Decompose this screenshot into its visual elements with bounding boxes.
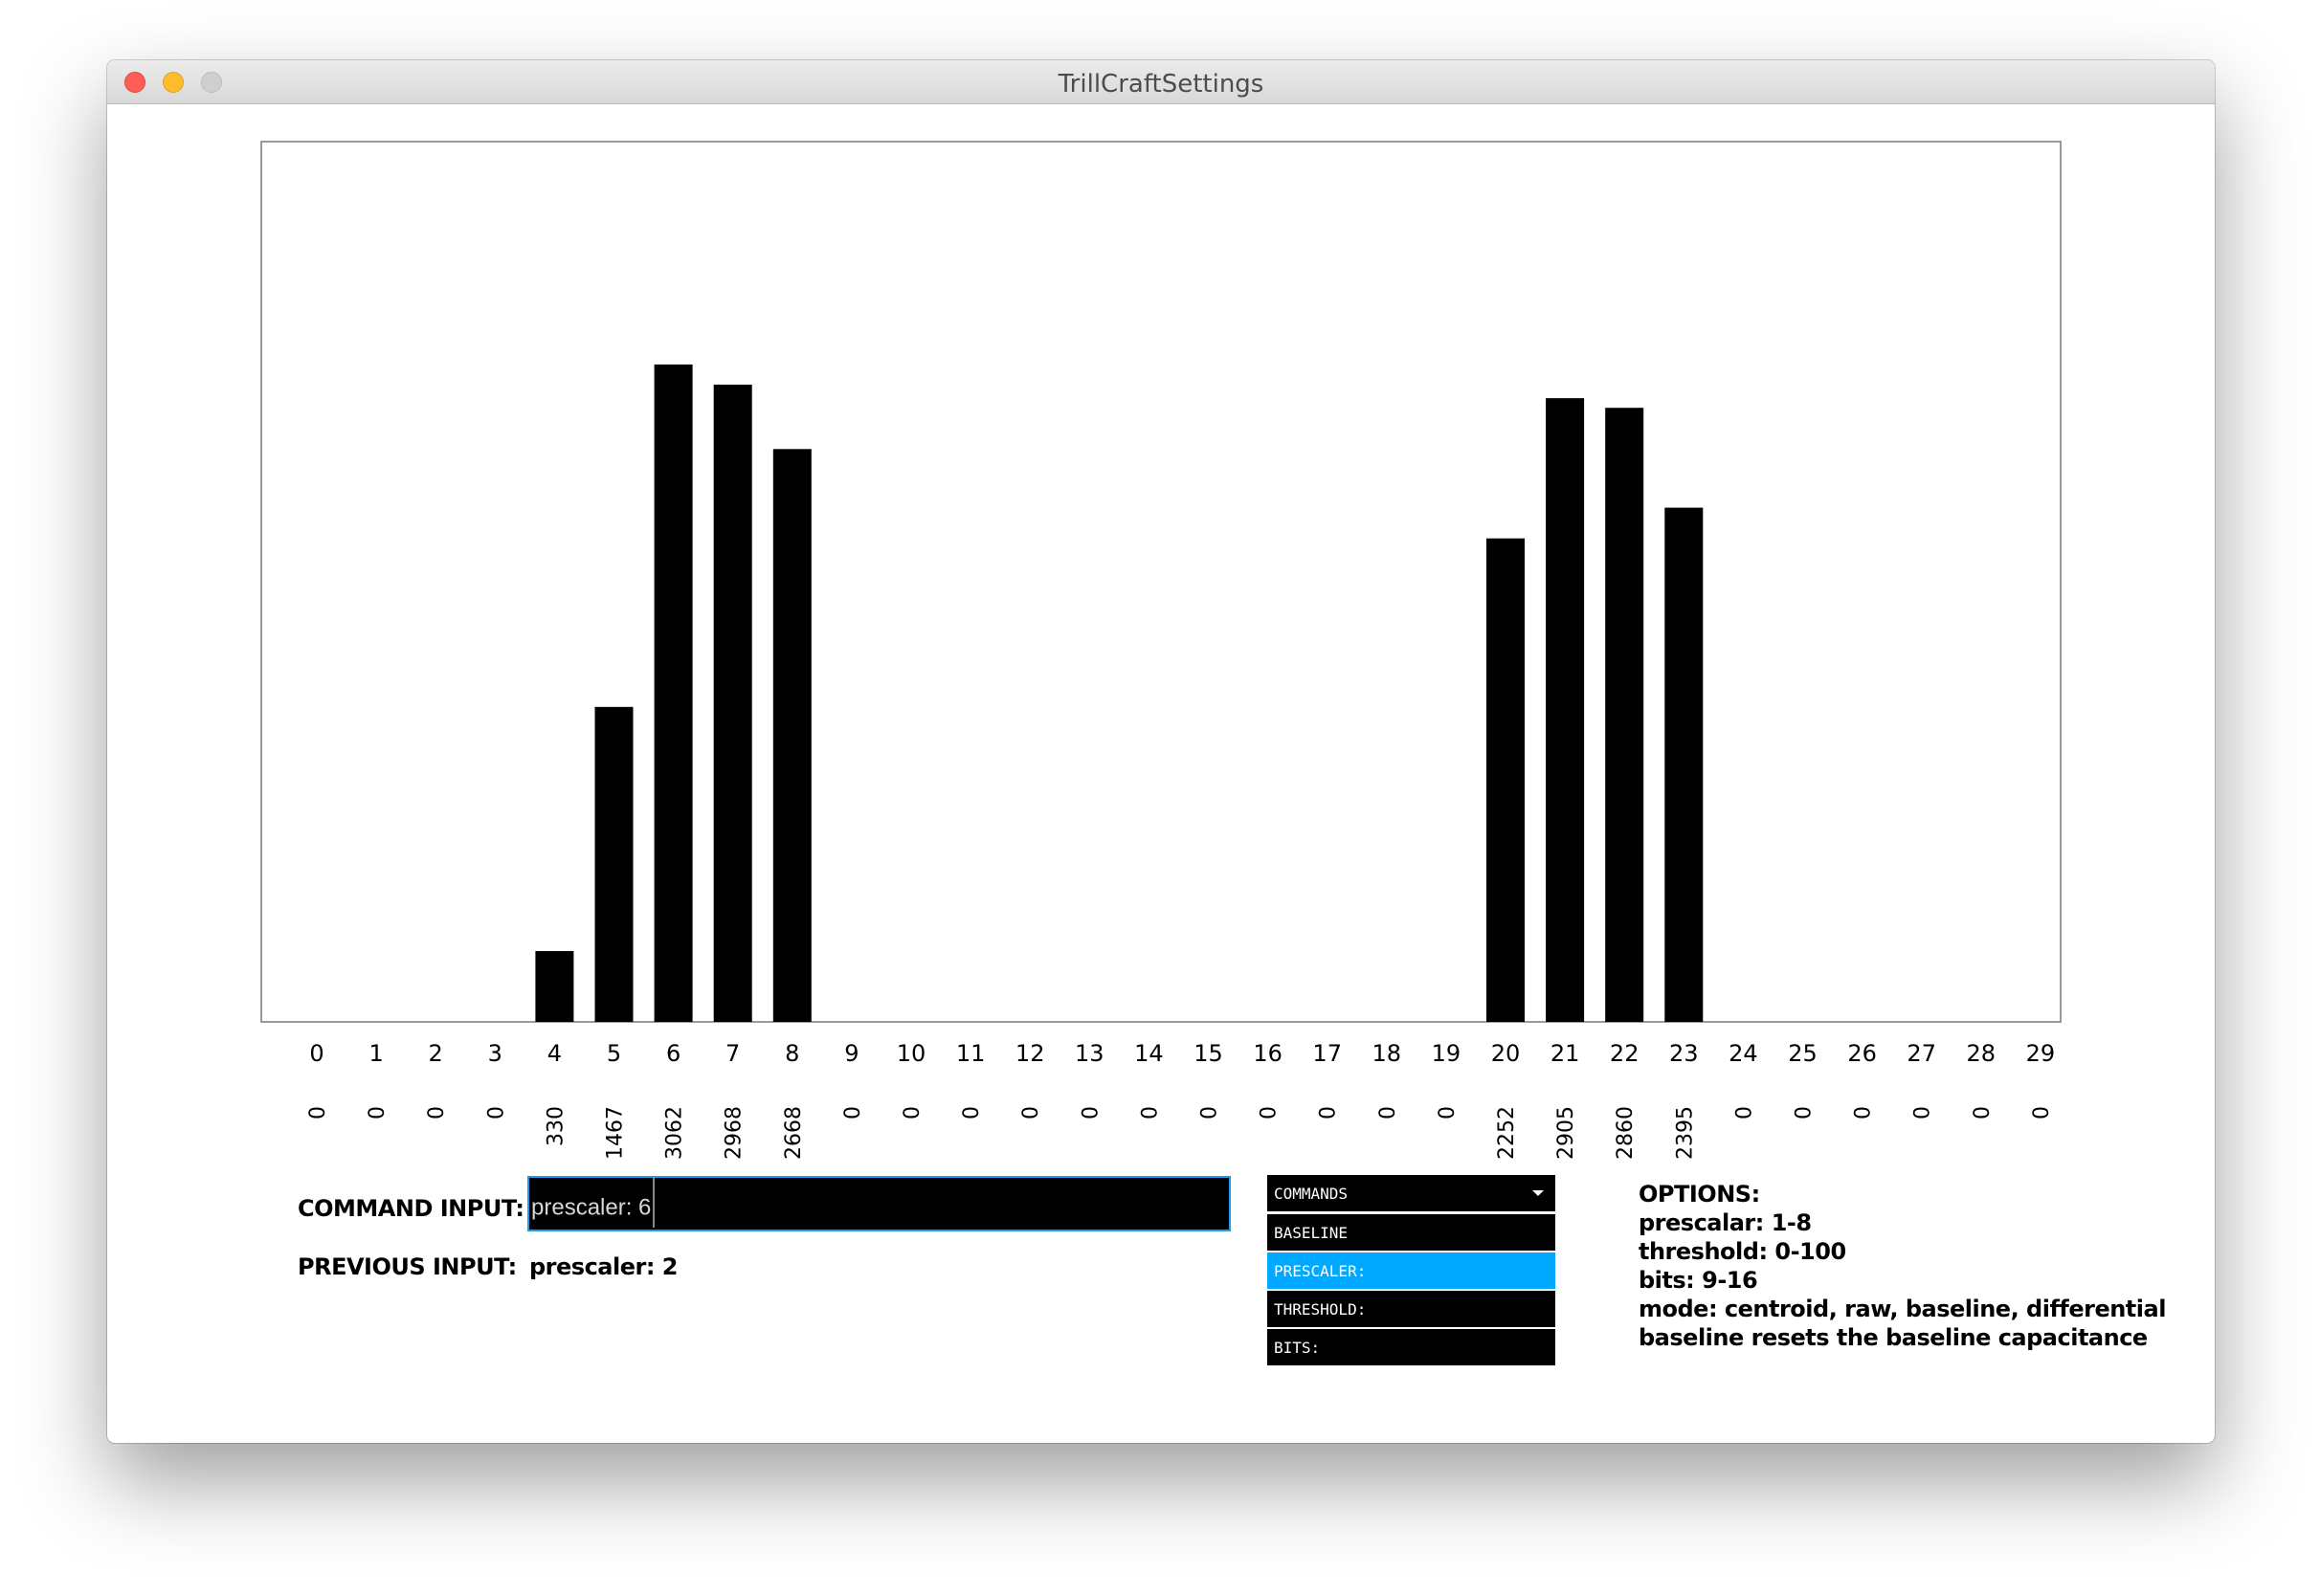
option-line: mode: centroid, raw, baseline, different… <box>1639 1296 2166 1322</box>
value-label: 0 <box>484 1106 508 1119</box>
value-label: 0 <box>901 1106 925 1119</box>
options-panel: OPTIONS: prescalar: 1-8 threshold: 0-100… <box>1639 1180 2166 1352</box>
x-tick-label: 21 <box>1550 1040 1580 1067</box>
value-label: 0 <box>1971 1106 1995 1119</box>
option-line: baseline resets the baseline capacitance <box>1639 1324 2148 1351</box>
previous-input-label: PREVIOUS INPUT: <box>298 1253 517 1280</box>
bar-channel-5 <box>594 706 634 1022</box>
bar-channel-23 <box>1664 507 1704 1022</box>
x-tick-label: 5 <box>607 1040 621 1067</box>
value-label: 0 <box>1376 1106 1400 1119</box>
value-label: 2395 <box>1673 1106 1697 1160</box>
value-label: 3062 <box>663 1106 687 1160</box>
x-tick-label: 22 <box>1610 1040 1640 1067</box>
previous-input-value: prescaler: 2 <box>529 1253 679 1280</box>
value-label: 2905 <box>1554 1106 1578 1160</box>
dropdown-item-threshold[interactable]: THRESHOLD: <box>1267 1291 1555 1327</box>
x-tick-label: 9 <box>844 1040 859 1067</box>
window-title: TrillCraftSettings <box>1058 70 1264 99</box>
x-tick-label: 17 <box>1312 1040 1342 1067</box>
text-cursor <box>653 1176 656 1228</box>
value-label: 330 <box>544 1106 568 1146</box>
value-label: 0 <box>1019 1106 1043 1119</box>
app-window: TrillCraftSettings 0 0 1 0 2 0 3 0 4 330 5 1467 6 306… <box>107 60 2215 1443</box>
x-tick-label: 19 <box>1432 1040 1461 1067</box>
x-tick-label: 0 <box>309 1040 323 1067</box>
x-tick-label: 23 <box>1669 1040 1699 1067</box>
x-tick-label: 12 <box>1015 1040 1045 1067</box>
x-tick-label: 10 <box>897 1040 926 1067</box>
bar-channel-4 <box>535 950 574 1022</box>
value-label: 0 <box>1258 1106 1282 1119</box>
dropdown-item-bits[interactable]: BITS: <box>1267 1329 1555 1365</box>
x-tick-label: 28 <box>1967 1040 1997 1067</box>
x-tick-label: 29 <box>2026 1040 2056 1067</box>
x-tick-label: 16 <box>1253 1040 1283 1067</box>
x-tick-label: 14 <box>1134 1040 1164 1067</box>
x-tick-label: 26 <box>1847 1040 1877 1067</box>
content-area: 0 0 1 0 2 0 3 0 4 330 5 1467 6 3062 7 2968 8 2668 9 0 10 0 11 0… <box>107 103 2215 1443</box>
option-line: prescalar: 1-8 <box>1639 1209 1812 1236</box>
x-tick-label: 13 <box>1075 1040 1104 1067</box>
x-tick-label: 15 <box>1193 1040 1223 1067</box>
plot-frame <box>260 141 2062 1023</box>
chevron-down-icon <box>1532 1190 1544 1196</box>
bar-channel-22 <box>1605 408 1644 1022</box>
bar-channel-21 <box>1546 398 1585 1022</box>
x-tick-label: 11 <box>956 1040 986 1067</box>
channel-bar-chart: 0010203043305146763062729688266890100110… <box>260 141 2062 1160</box>
x-tick-label: 20 <box>1491 1040 1521 1067</box>
x-tick-label: 3 <box>488 1040 502 1067</box>
x-tick-label: 24 <box>1729 1040 1758 1067</box>
bar-channel-7 <box>713 385 752 1022</box>
value-label: 0 <box>1852 1106 1876 1119</box>
x-tick-label: 2 <box>429 1040 443 1067</box>
value-label: 2668 <box>782 1106 806 1160</box>
value-label: 0 <box>1732 1106 1756 1119</box>
x-tick-label: 18 <box>1372 1040 1402 1067</box>
value-label: 0 <box>306 1106 330 1119</box>
x-tick-label: 8 <box>785 1040 799 1067</box>
dropdown-item-baseline[interactable]: BASELINE <box>1267 1214 1555 1251</box>
option-line: threshold: 0-100 <box>1639 1238 1846 1265</box>
commands-dropdown-title: COMMANDS <box>1274 1185 1349 1203</box>
value-label: 2968 <box>723 1106 747 1160</box>
x-tick-label: 4 <box>547 1040 562 1067</box>
dropdown-item-prescaler[interactable]: PRESCALER: <box>1267 1252 1555 1289</box>
command-input-label: COMMAND INPUT: <box>298 1195 524 1222</box>
bar-channel-6 <box>654 364 693 1022</box>
title-bar: TrillCraftSettings <box>107 60 2215 104</box>
value-label: 2252 <box>1495 1106 1519 1160</box>
x-tick-label: 6 <box>666 1040 680 1067</box>
option-line: bits: 9-16 <box>1639 1267 1758 1294</box>
value-label: 0 <box>1079 1106 1103 1119</box>
bar-channel-20 <box>1486 538 1525 1022</box>
value-label: 0 <box>1793 1106 1817 1119</box>
value-label: 0 <box>1911 1106 1935 1119</box>
value-label: 0 <box>841 1106 865 1119</box>
value-label: 0 <box>1138 1106 1162 1119</box>
value-label: 1467 <box>604 1106 628 1160</box>
x-tick-label: 7 <box>725 1040 740 1067</box>
x-tick-label: 25 <box>1788 1040 1818 1067</box>
commands-dropdown[interactable]: COMMANDS <box>1267 1175 1555 1211</box>
options-heading: OPTIONS: <box>1639 1181 1760 1208</box>
command-input[interactable]: prescaler: 6 <box>527 1176 1231 1231</box>
bar-channel-8 <box>772 449 812 1022</box>
value-label: 2860 <box>1614 1106 1638 1160</box>
command-input-value: prescaler: 6 <box>531 1194 652 1221</box>
value-label: 0 <box>960 1106 984 1119</box>
x-tick-label: 1 <box>368 1040 383 1067</box>
value-label: 0 <box>366 1106 390 1119</box>
value-label: 0 <box>1198 1106 1222 1119</box>
x-tick-label: 27 <box>1907 1040 1936 1067</box>
value-label: 0 <box>425 1106 449 1119</box>
value-label: 0 <box>1436 1106 1460 1119</box>
value-label: 0 <box>2030 1106 2054 1119</box>
value-label: 0 <box>1317 1106 1341 1119</box>
